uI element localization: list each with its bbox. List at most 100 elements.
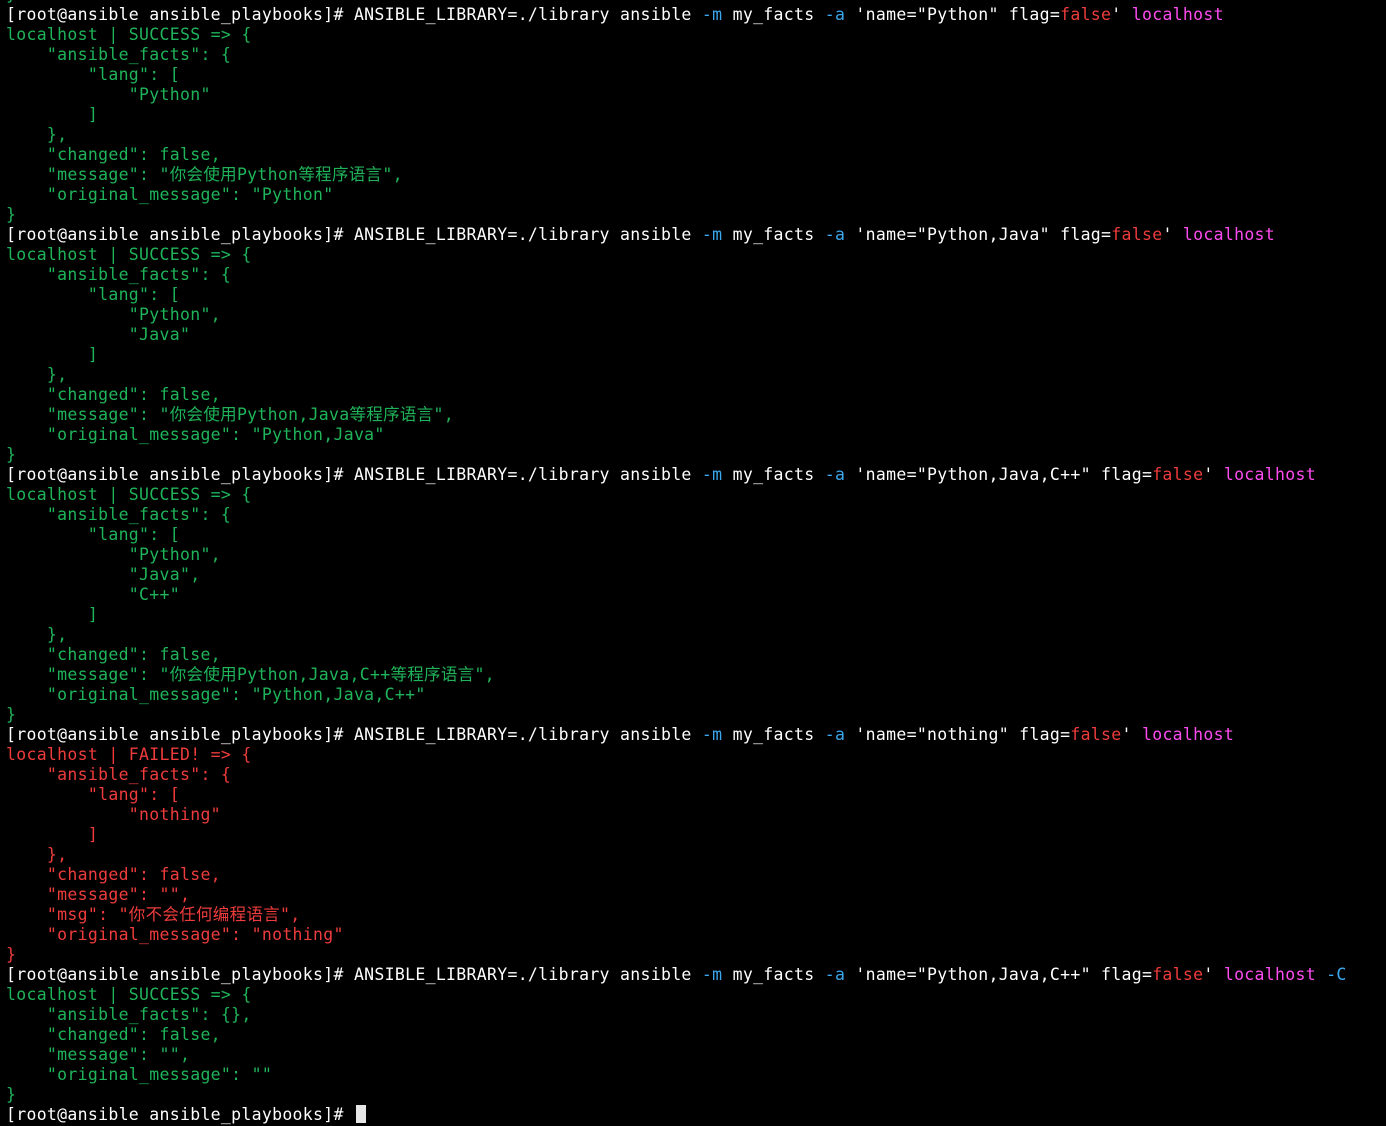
output-segment: localhost — [1223, 965, 1316, 984]
output-segment: ] — [6, 105, 99, 124]
output-segment: "C++" — [6, 585, 180, 604]
output-segment: "ansible_facts": { — [6, 505, 232, 524]
output-segment: "lang": [ — [6, 65, 180, 84]
terminal-line: "Python", — [6, 305, 1382, 325]
prompt-line[interactable]: [root@ansible ansible_playbooks]# — [6, 1105, 1382, 1125]
terminal-line: } — [6, 445, 1382, 465]
terminal-line: "ansible_facts": {}, — [6, 1005, 1382, 1025]
output-segment: ] — [6, 345, 99, 364]
output-segment: ' — [1203, 465, 1224, 484]
terminal-line: [root@ansible ansible_playbooks]# ANSIBL… — [6, 965, 1382, 985]
output-segment: 'name="Python,Java,C++" flag= — [845, 465, 1153, 484]
terminal-line: "ansible_facts": { — [6, 505, 1382, 525]
output-segment: false — [1070, 725, 1122, 744]
terminal-line: [root@ansible ansible_playbooks]# ANSIBL… — [6, 225, 1382, 245]
output-segment: }, — [6, 625, 68, 644]
terminal-window[interactable]: }[root@ansible ansible_playbooks]# ANSIB… — [6, 0, 1382, 1126]
output-segment: "Python" — [6, 85, 211, 104]
terminal-line: "msg": "你不会任何编程语言", — [6, 905, 1382, 925]
terminal-line: "original_message": "" — [6, 1065, 1382, 1085]
terminal-line: } — [6, 205, 1382, 225]
output-segment: -a — [824, 225, 846, 244]
output-segment: } — [6, 1085, 17, 1104]
output-segment: false — [1152, 965, 1204, 984]
output-segment: ' — [1111, 5, 1132, 24]
output-segment: "Java" — [6, 325, 191, 344]
output-segment: "ansible_facts": { — [6, 765, 232, 784]
text-cursor — [355, 1105, 366, 1123]
output-segment: "original_message": "" — [6, 1065, 273, 1084]
terminal-line: localhost | SUCCESS => { — [6, 25, 1382, 45]
output-segment: localhost | SUCCESS => { — [6, 245, 252, 264]
output-segment: [root@ansible ansible_playbooks]# ANSIBL… — [6, 965, 702, 984]
output-segment: -a — [824, 725, 846, 744]
output-segment: ' — [1162, 225, 1183, 244]
output-segment: localhost — [1223, 465, 1316, 484]
shell-prompt: [root@ansible ansible_playbooks]# — [6, 1105, 344, 1124]
terminal-line: "original_message": "Python,Java" — [6, 425, 1382, 445]
output-segment: 'name="nothing" flag= — [845, 725, 1071, 744]
output-segment: "original_message": "Python,Java" — [6, 425, 385, 444]
output-segment: localhost | SUCCESS => { — [6, 485, 252, 504]
output-segment: false — [1060, 5, 1112, 24]
output-segment: -m — [701, 725, 723, 744]
output-segment: -a — [824, 465, 846, 484]
output-segment: }, — [6, 125, 68, 144]
output-segment: "changed": false, — [6, 865, 221, 884]
output-segment: "changed": false, — [6, 645, 221, 664]
output-segment: "Java", — [6, 565, 201, 584]
terminal-line: "Java" — [6, 325, 1382, 345]
terminal-line: "Java", — [6, 565, 1382, 585]
terminal-line: localhost | SUCCESS => { — [6, 245, 1382, 265]
terminal-line: "changed": false, — [6, 865, 1382, 885]
terminal-line: "lang": [ — [6, 285, 1382, 305]
output-segment: localhost — [1131, 5, 1224, 24]
output-segment: "ansible_facts": { — [6, 265, 232, 284]
output-segment: "lang": [ — [6, 285, 180, 304]
terminal-line: "message": "你会使用Python等程序语言", — [6, 165, 1382, 185]
output-segment: "message": "你会使用Python,Java等程序语言", — [6, 405, 454, 424]
output-segment: }, — [6, 845, 68, 864]
output-segment: "changed": false, — [6, 1025, 221, 1044]
terminal-line: "original_message": "Python,Java,C++" — [6, 685, 1382, 705]
terminal-line: "nothing" — [6, 805, 1382, 825]
terminal-line: "Python", — [6, 545, 1382, 565]
terminal-line: [root@ansible ansible_playbooks]# ANSIBL… — [6, 465, 1382, 485]
output-segment: "message": "你会使用Python等程序语言", — [6, 165, 403, 184]
output-segment: } — [6, 0, 16, 4]
terminal-line: }, — [6, 125, 1382, 145]
output-segment: "original_message": "Python" — [6, 185, 334, 204]
output-segment: 'name="Python" flag= — [845, 5, 1061, 24]
output-segment: "lang": [ — [6, 785, 180, 804]
output-segment: "lang": [ — [6, 525, 180, 544]
output-segment: 'name="Python,Java" flag= — [845, 225, 1112, 244]
output-segment: localhost | FAILED! => { — [6, 745, 252, 764]
terminal-line: "C++" — [6, 585, 1382, 605]
output-segment: my_facts — [722, 965, 825, 984]
terminal-line: "message": "", — [6, 1045, 1382, 1065]
terminal-line: localhost | SUCCESS => { — [6, 485, 1382, 505]
output-segment: my_facts — [722, 725, 825, 744]
output-segment: localhost — [1141, 725, 1235, 744]
terminal-line: "ansible_facts": { — [6, 765, 1382, 785]
terminal-line: "message": "", — [6, 885, 1382, 905]
output-segment: "original_message": "Python,Java,C++" — [6, 685, 426, 704]
output-segment: ' — [1121, 725, 1142, 744]
terminal-line: "Python" — [6, 85, 1382, 105]
output-segment: [root@ansible ansible_playbooks]# ANSIBL… — [6, 225, 702, 244]
output-segment: "ansible_facts": { — [6, 45, 232, 64]
output-segment: -C — [1326, 965, 1347, 984]
terminal-line: }, — [6, 625, 1382, 645]
output-segment: my_facts — [722, 5, 825, 24]
output-segment: "original_message": "nothing" — [6, 925, 344, 944]
output-segment: } — [6, 205, 17, 224]
terminal-line: [root@ansible ansible_playbooks]# ANSIBL… — [6, 725, 1382, 745]
terminal-line: } — [6, 1085, 1382, 1105]
output-segment: "ansible_facts": {}, — [6, 1005, 252, 1024]
terminal-line: "changed": false, — [6, 1025, 1382, 1045]
output-segment: my_facts — [722, 225, 825, 244]
terminal-line: "original_message": "nothing" — [6, 925, 1382, 945]
output-segment: "changed": false, — [6, 385, 221, 404]
output-segment: [root@ansible ansible_playbooks]# ANSIBL… — [6, 465, 702, 484]
output-segment: "Python", — [6, 545, 221, 564]
